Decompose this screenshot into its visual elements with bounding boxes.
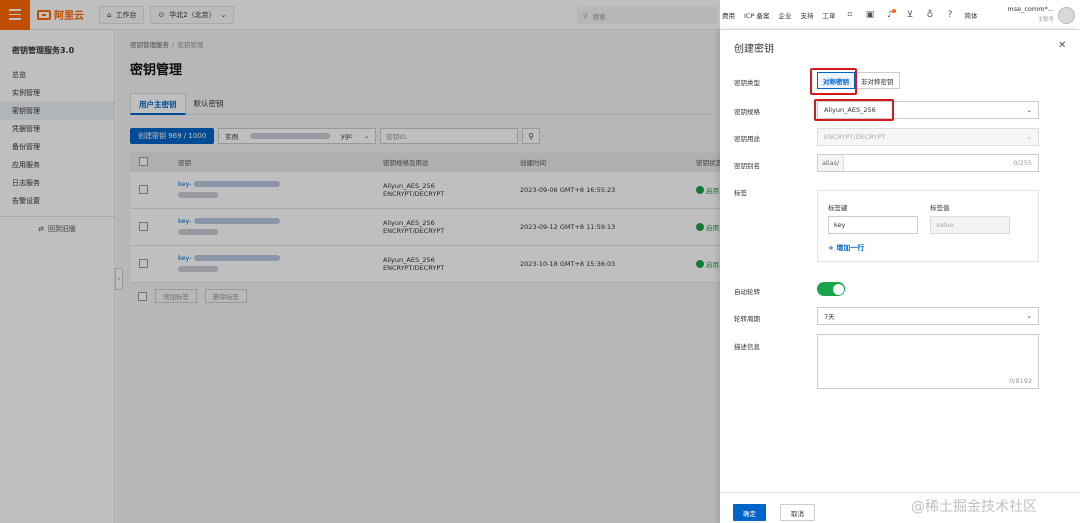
- highlight-box: [810, 68, 857, 95]
- modal-overlay[interactable]: [0, 0, 720, 523]
- link-fees[interactable]: 费用: [722, 10, 735, 20]
- description-textarea[interactable]: 0/8192: [817, 334, 1039, 389]
- key-usage-select: ENCRYPT/DECRYPT ⌄: [817, 128, 1039, 146]
- close-icon[interactable]: ✕: [1058, 40, 1066, 51]
- create-key-panel: 创建密钥 ✕ 密钥类型 对称密钥 非对称密钥 密钥规格 Aliyun_AES_2…: [720, 30, 1080, 523]
- key-spec-label: 密钥规格: [734, 108, 760, 116]
- link-enterprise[interactable]: 企业: [778, 10, 791, 20]
- auto-rotate-toggle[interactable]: [817, 282, 845, 296]
- account-info[interactable]: mse_comm*... 主账号: [1006, 5, 1054, 23]
- auto-rotate-label: 自动轮转: [734, 288, 760, 296]
- confirm-button[interactable]: 确定: [733, 504, 766, 521]
- rotation-period-label: 轮转周期: [734, 315, 760, 323]
- avatar[interactable]: [1058, 7, 1075, 24]
- cancel-button[interactable]: 取消: [780, 504, 815, 521]
- link-support[interactable]: 支持: [800, 10, 813, 20]
- cart-icon[interactable]: ⊻: [904, 10, 915, 21]
- top-links: 费用 ICP 备案 企业 支持 工单 ⌗ ▣ ♪ ⊻ ♁ ? 简体: [722, 0, 977, 30]
- lightbulb-icon[interactable]: ♁: [924, 10, 935, 21]
- bell-icon[interactable]: ♪: [884, 8, 897, 21]
- tag-value-input: value: [930, 216, 1010, 234]
- watermark: @稀土掘金技术社区: [911, 499, 1037, 515]
- description-label: 描述信息: [734, 343, 760, 351]
- asymmetric-key-option[interactable]: 非对称密钥: [855, 72, 900, 89]
- tags-editor: 标签键 标签值 key value + 增加一行: [817, 190, 1039, 262]
- chevron-down-icon: ⌄: [1026, 312, 1032, 320]
- link-ticket[interactable]: 工单: [822, 10, 835, 20]
- key-alias-label: 密钥别名: [734, 162, 760, 170]
- key-alias-input[interactable]: alias/0/255: [817, 154, 1039, 172]
- chevron-down-icon: ⌄: [1026, 106, 1032, 114]
- tag-key-input[interactable]: key: [828, 216, 918, 234]
- add-row-button[interactable]: + 增加一行: [828, 243, 864, 253]
- link-icp[interactable]: ICP 备案: [744, 10, 769, 20]
- panel-title: 创建密钥: [734, 44, 774, 55]
- help-icon[interactable]: ?: [944, 10, 955, 21]
- image-icon[interactable]: ▣: [864, 10, 875, 21]
- rotation-period-select[interactable]: 7天 ⌄: [817, 307, 1039, 325]
- highlight-box: [814, 99, 894, 121]
- chevron-down-icon: ⌄: [1026, 133, 1032, 141]
- language-switch[interactable]: 简体: [964, 10, 977, 20]
- key-type-label: 密钥类型: [734, 79, 760, 87]
- cloud-shell-icon[interactable]: ⌗: [844, 10, 855, 21]
- key-usage-label: 密钥用途: [734, 135, 760, 143]
- tags-label: 标签: [734, 189, 747, 197]
